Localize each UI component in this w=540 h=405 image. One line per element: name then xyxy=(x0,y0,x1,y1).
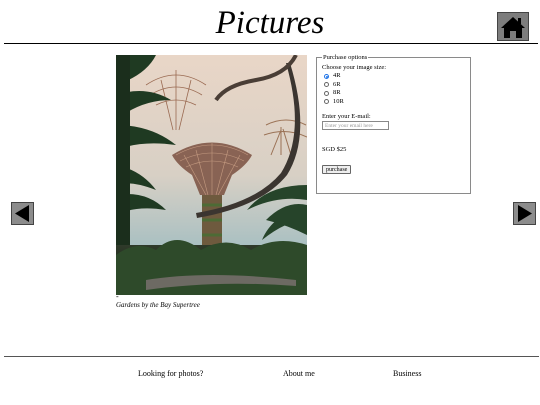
size-option-4r[interactable]: 4R xyxy=(322,72,465,81)
photo-caption: Gardens by the Bay Supertree xyxy=(116,301,200,309)
page-title: Pictures xyxy=(215,5,325,41)
home-icon xyxy=(501,16,525,38)
purchase-options-legend: Purchase options xyxy=(323,54,368,61)
price-text: SGD $25 xyxy=(322,146,347,153)
size-option-6r[interactable]: 6R xyxy=(322,81,465,90)
footer-link-business[interactable]: Business xyxy=(393,369,421,379)
purchase-button[interactable]: purchase xyxy=(322,165,352,174)
arrow-right-icon xyxy=(518,205,532,222)
size-radio-8r[interactable] xyxy=(324,90,329,96)
size-option-label: 6R xyxy=(333,80,341,88)
footer-link-about-me[interactable]: About me xyxy=(283,369,315,379)
footer-divider xyxy=(4,356,539,357)
arrow-left-icon xyxy=(15,205,29,222)
size-radio-6r[interactable] xyxy=(324,82,329,88)
caption-bullet: - xyxy=(116,292,119,301)
gallery-photo xyxy=(116,55,307,295)
email-field[interactable]: Enter your email here xyxy=(322,121,389,130)
size-label: Choose your image size: xyxy=(322,64,387,71)
size-radio-10r[interactable] xyxy=(324,99,329,105)
header-divider xyxy=(4,43,538,44)
home-button[interactable] xyxy=(497,12,529,41)
size-option-label: 8R xyxy=(333,89,341,96)
next-button[interactable] xyxy=(513,202,536,225)
size-radio-4r[interactable] xyxy=(324,73,329,79)
size-option-8r[interactable]: 8R xyxy=(322,89,465,98)
footer-link-looking-for-photos[interactable]: Looking for photos? xyxy=(138,369,203,379)
size-option-10r[interactable]: 10R xyxy=(322,98,465,107)
size-option-label: 10R xyxy=(333,97,344,105)
previous-button[interactable] xyxy=(11,202,34,225)
purchase-options: Purchase options Choose your image size:… xyxy=(316,54,471,194)
email-label: Enter your E-mail: xyxy=(322,113,371,120)
size-option-label: 4R xyxy=(333,72,341,79)
